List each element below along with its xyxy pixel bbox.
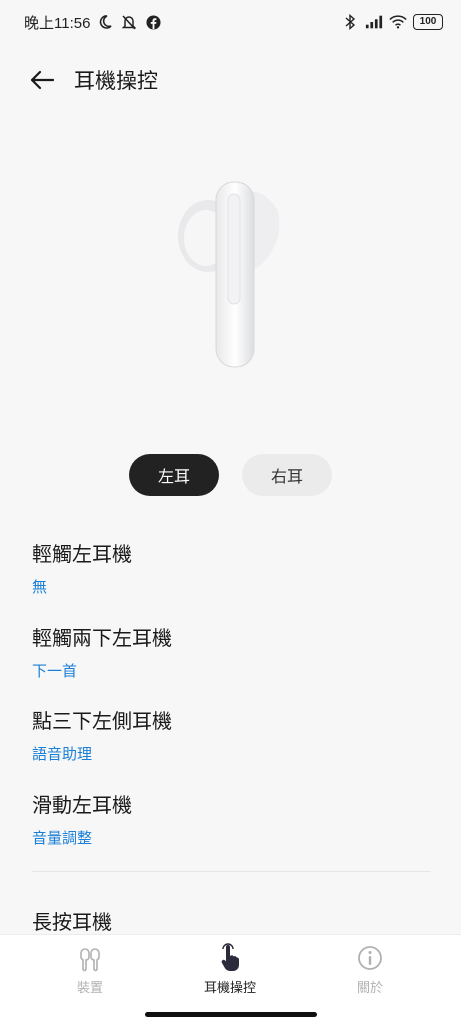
facebook-icon <box>144 13 162 31</box>
right-ear-button[interactable]: 右耳 <box>242 454 332 496</box>
status-bar: 晚上11:56 100 <box>0 0 461 44</box>
setting-title: 輕觸左耳機 <box>32 544 132 566</box>
setting-value: 音量調整 <box>32 829 93 847</box>
page-title: 耳機操控 <box>74 70 158 93</box>
bluetooth-icon <box>341 13 359 31</box>
setting-value: 語音助理 <box>32 746 93 763</box>
touch-hand-icon <box>221 943 239 971</box>
setting-title: 輕觸兩下左耳機 <box>32 627 172 650</box>
wifi-icon <box>389 13 407 31</box>
setting-long-press[interactable]: 長按耳機 <box>32 906 112 935</box>
left-ear-button[interactable]: 左耳 <box>129 454 219 496</box>
info-icon <box>358 946 382 970</box>
earbuds-icon <box>80 948 100 972</box>
nav-controls[interactable]: 耳機操控 <box>170 943 290 996</box>
setting-title: 點三下左側耳機 <box>32 711 172 733</box>
gesture-settings-list: 輕觸左耳機 無 輕觸兩下左耳機 下一首 點三下左側耳機 語音助理 滑動左耳機 音… <box>0 530 461 864</box>
setting-value: 無 <box>32 579 48 596</box>
ear-side-toggle: 左耳 右耳 <box>0 454 461 496</box>
back-button[interactable] <box>22 60 62 100</box>
earbud-image <box>170 176 290 376</box>
setting-swipe-left[interactable]: 滑動左耳機 音量調整 <box>0 781 461 865</box>
setting-title: 滑動左耳機 <box>32 794 132 817</box>
setting-double-tap-left[interactable]: 輕觸兩下左耳機 下一首 <box>0 614 461 698</box>
nav-label: 關於 <box>356 980 383 995</box>
setting-triple-tap-left[interactable]: 點三下左側耳機 語音助理 <box>0 697 461 781</box>
battery-icon: 100 <box>413 14 443 30</box>
setting-value: 下一首 <box>32 662 78 680</box>
nav-devices[interactable]: 裝置 <box>30 943 150 996</box>
arrow-left-icon <box>30 70 55 90</box>
section-divider <box>32 871 431 872</box>
mute-icon <box>120 13 138 31</box>
signal-icon <box>365 13 383 31</box>
moon-icon <box>96 13 114 31</box>
nav-label: 耳機操控 <box>203 980 256 995</box>
nav-label: 裝置 <box>76 980 103 995</box>
app-header: 耳機操控 <box>0 52 461 108</box>
setting-tap-left[interactable]: 輕觸左耳機 無 <box>0 530 461 614</box>
home-indicator[interactable] <box>145 1012 317 1017</box>
nav-about[interactable]: 關於 <box>310 943 430 996</box>
status-time: 晚上11:56 <box>24 14 91 32</box>
